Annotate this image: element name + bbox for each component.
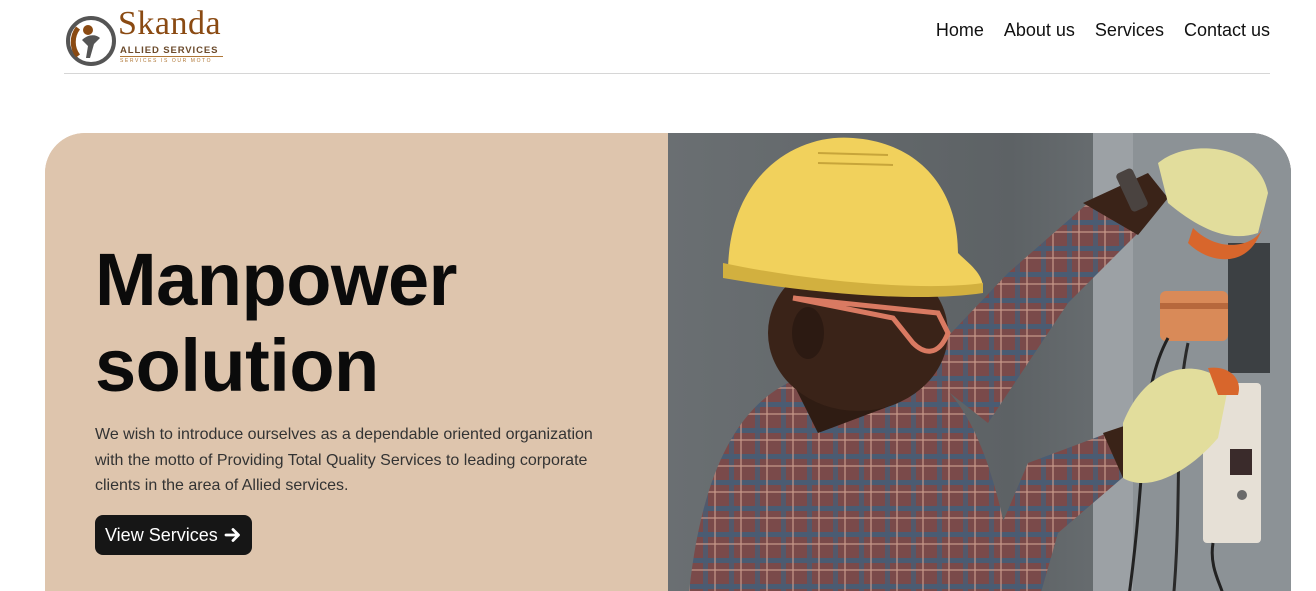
nav-contact-us[interactable]: Contact us (1184, 19, 1270, 41)
view-services-label: View Services (105, 524, 218, 545)
hero-image (668, 133, 1291, 591)
electrician-photo (668, 133, 1291, 591)
hero-title-line1: Manpower (95, 238, 457, 321)
nav-about-us[interactable]: About us (1004, 19, 1075, 41)
logo[interactable]: Skanda ALLIED SERVICES SERVICES IS OUR M… (64, 2, 229, 68)
nav-home[interactable]: Home (936, 19, 984, 41)
logo-brand: Skanda (118, 5, 222, 42)
site-header: Skanda ALLIED SERVICES SERVICES IS OUR M… (0, 0, 1316, 74)
hero-text-panel: Manpower solution We wish to introduce o… (45, 133, 668, 591)
hero-title: Manpower solution (95, 237, 457, 409)
nav-services[interactable]: Services (1095, 19, 1164, 41)
main-nav: Home About us Services Contact us (936, 19, 1270, 41)
logo-divider (120, 56, 223, 57)
hero-title-line2: solution (95, 324, 379, 407)
hero-description: We wish to introduce ourselves as a depe… (95, 426, 593, 494)
logo-subtitle: ALLIED SERVICES (120, 45, 219, 56)
logo-mark-icon (66, 16, 116, 66)
hero-section: Manpower solution We wish to introduce o… (45, 133, 1291, 591)
arrow-right-icon (224, 528, 240, 542)
view-services-button[interactable]: View Services (95, 515, 252, 555)
header-divider (64, 73, 1270, 74)
logo-tagline: SERVICES IS OUR MOTO (120, 58, 213, 64)
